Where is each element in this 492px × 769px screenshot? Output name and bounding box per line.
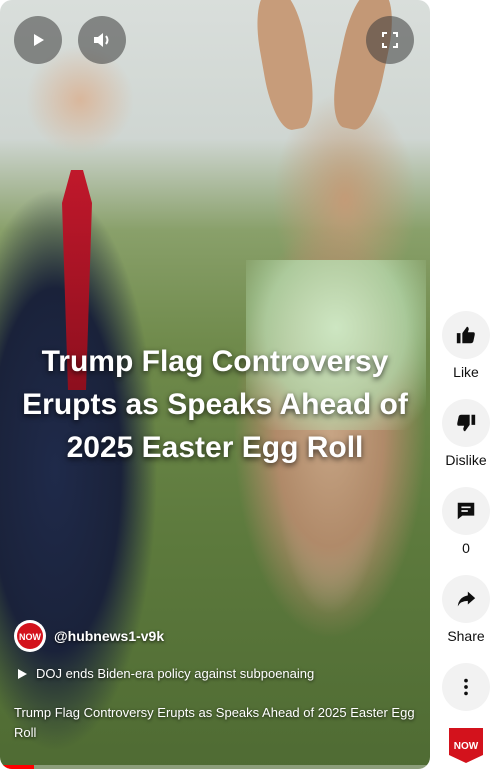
share-icon	[457, 591, 476, 607]
comments-button[interactable]	[442, 487, 490, 535]
fullscreen-icon	[382, 32, 398, 48]
more-vertical-icon	[464, 678, 468, 696]
video-frame-bunny-ear-left	[250, 0, 320, 133]
thumbs-down-icon	[457, 414, 476, 432]
volume-icon	[94, 33, 109, 47]
play-icon	[34, 34, 44, 46]
more-options-button[interactable]	[442, 663, 490, 711]
video-player[interactable]: Trump Flag Controversy Erupts as Speaks …	[0, 0, 430, 769]
video-overlay-title: Trump Flag Controversy Erupts as Speaks …	[22, 345, 408, 464]
volume-button[interactable]	[78, 16, 126, 64]
thumbs-up-icon	[456, 326, 475, 344]
progress-bar[interactable]	[0, 765, 430, 769]
svg-text:NOW: NOW	[454, 741, 479, 752]
share-button[interactable]	[442, 575, 490, 623]
channel-avatar[interactable]: NOW	[14, 620, 46, 652]
dislike-button[interactable]	[442, 399, 490, 447]
channel-row[interactable]: NOW @hubnews1-v9k	[14, 620, 164, 652]
channel-logo-button[interactable]: NOW	[446, 725, 486, 765]
progress-bar-fill	[0, 765, 35, 769]
video-caption: Trump Flag Controversy Erupts as Speaks …	[14, 705, 415, 740]
related-video-link[interactable]: DOJ ends Biden-era policy against subpoe…	[16, 666, 314, 681]
like-button[interactable]	[442, 311, 490, 359]
svg-text:NOW: NOW	[19, 632, 42, 642]
channel-handle[interactable]: @hubnews1-v9k	[54, 628, 164, 644]
share-label: Share	[447, 628, 485, 644]
fullscreen-button[interactable]	[366, 16, 414, 64]
channel-logo-icon: NOW	[17, 623, 43, 649]
dislike-label: Dislike	[445, 452, 487, 468]
comments-count: 0	[462, 540, 470, 556]
like-label: Like	[453, 364, 479, 380]
related-video-title: DOJ ends Biden-era policy against subpoe…	[36, 666, 315, 681]
play-button[interactable]	[14, 16, 62, 64]
channel-logo-icon: NOW	[449, 728, 483, 763]
comment-icon	[457, 502, 475, 520]
play-small-icon	[18, 668, 27, 679]
